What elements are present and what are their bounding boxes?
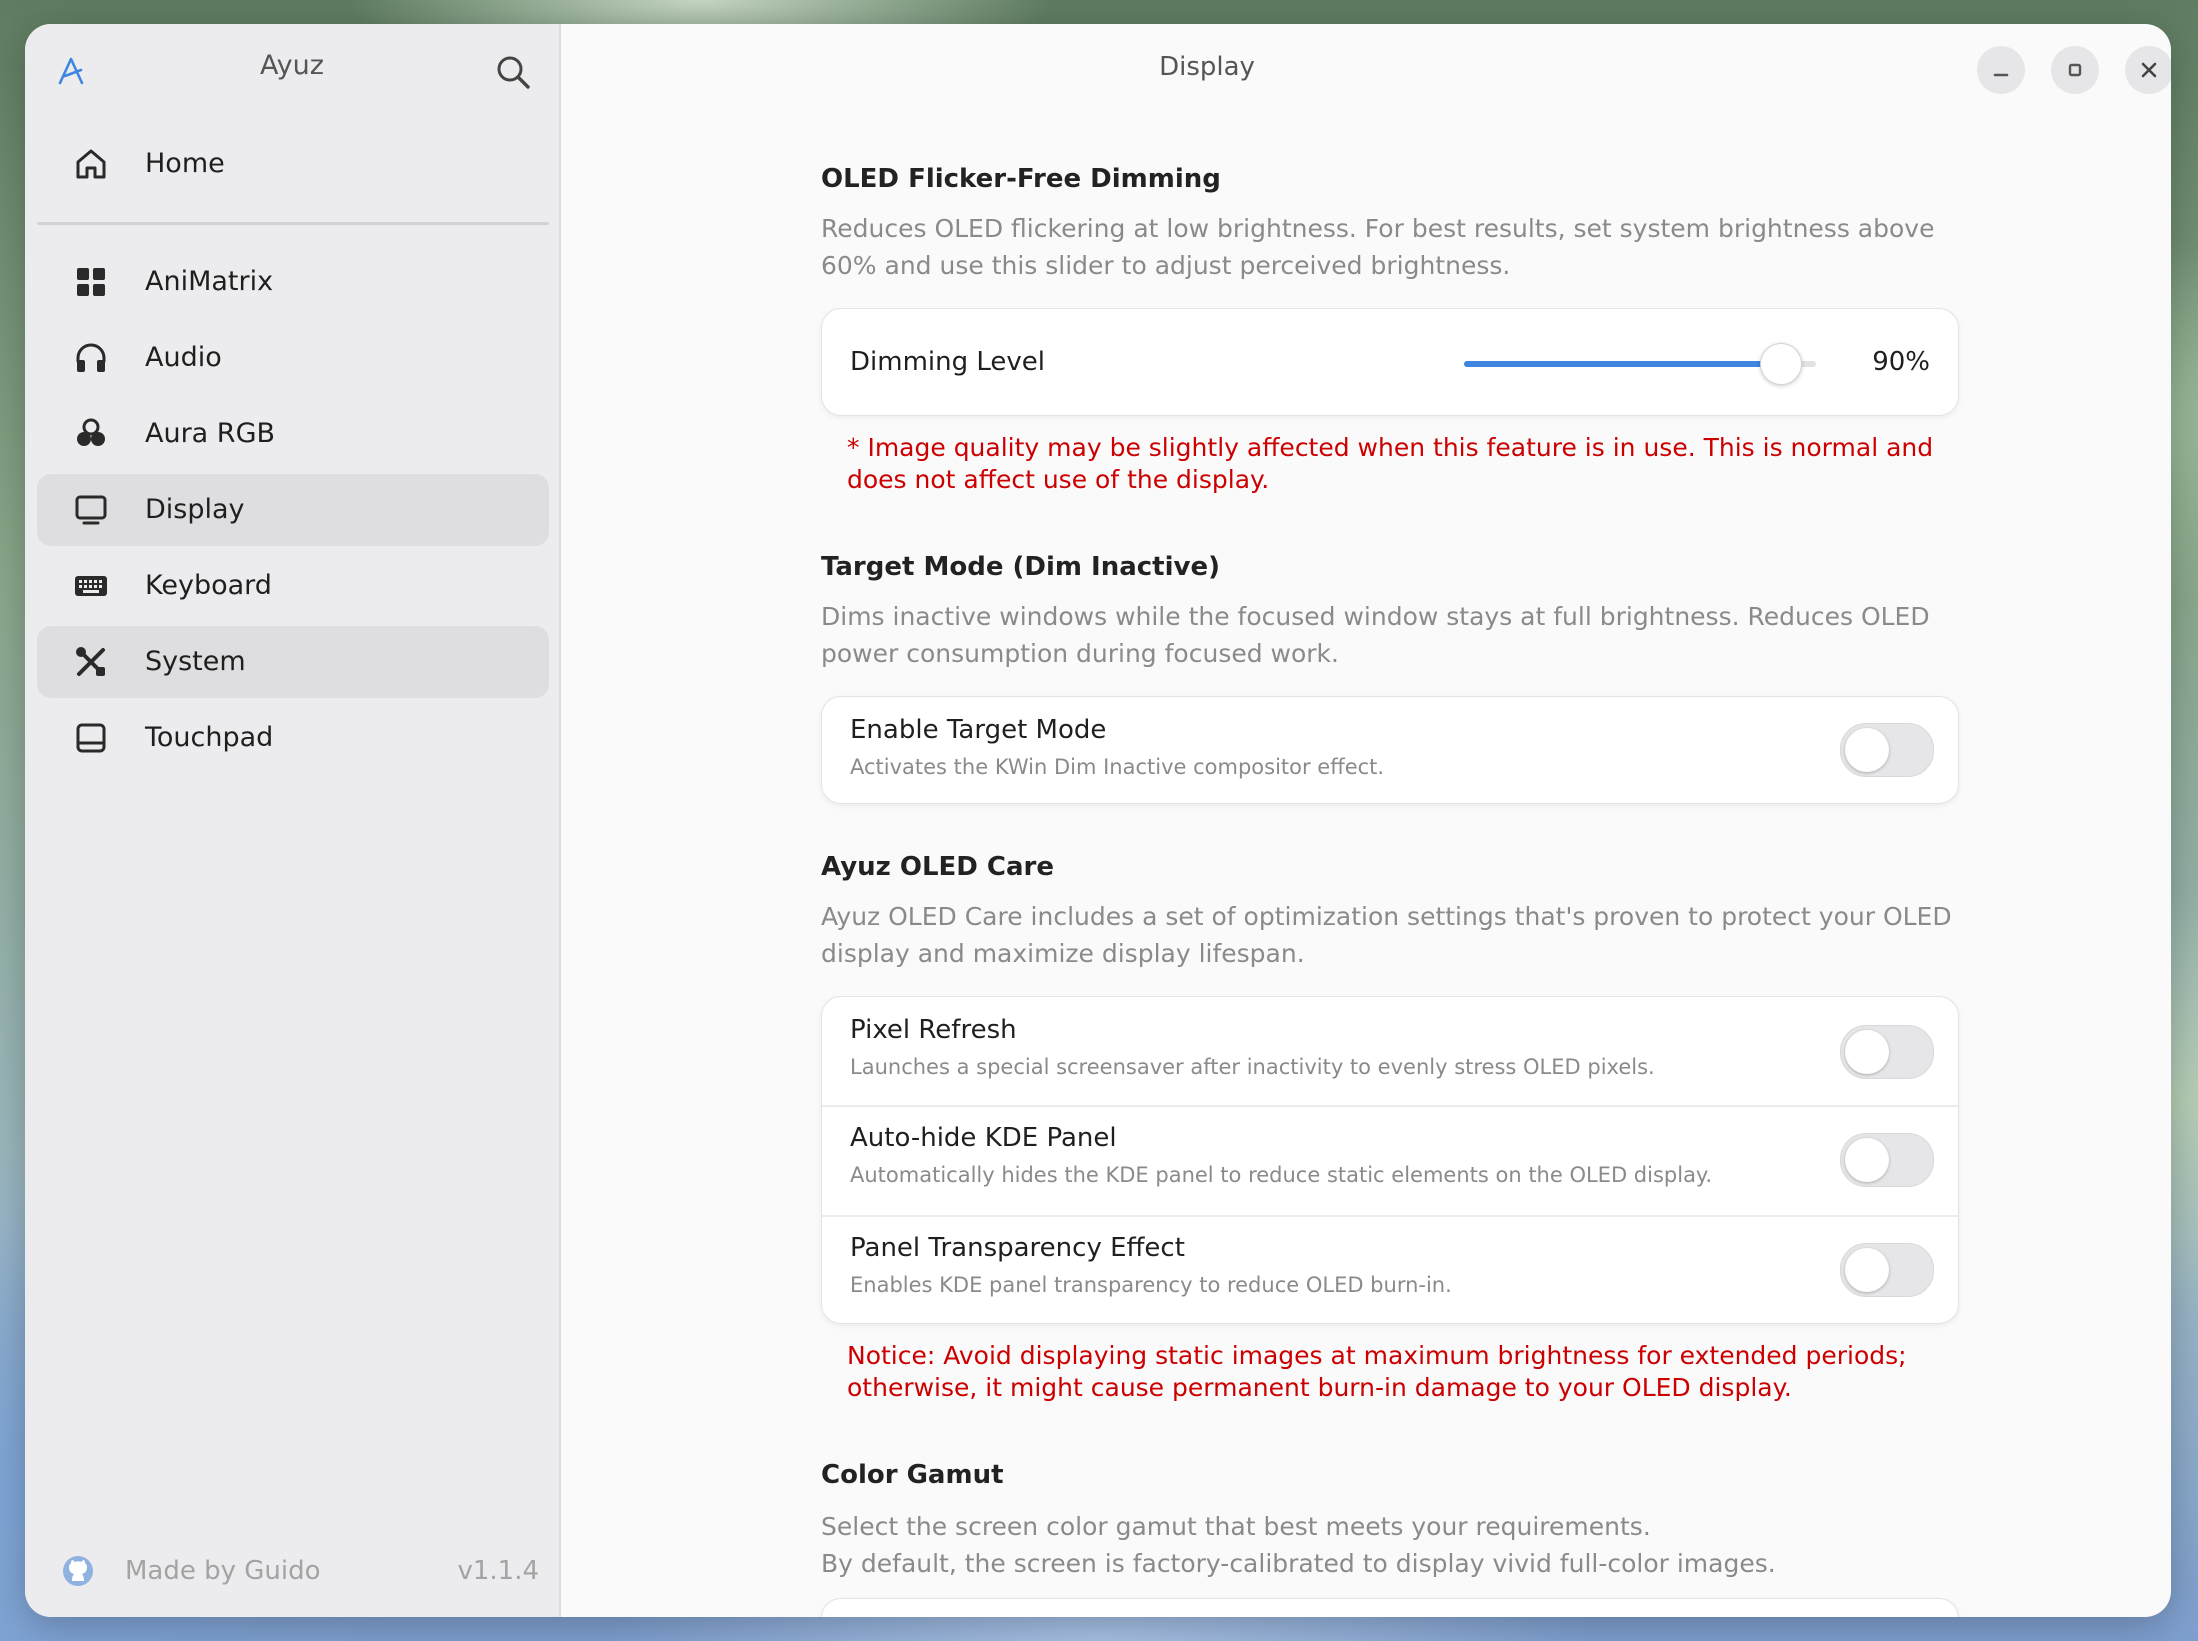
section-desc-gamut-line2: By default, the screen is factory-calibr…: [821, 1549, 1776, 1578]
made-by-text[interactable]: Made by Guido: [125, 1556, 321, 1586]
sidebar-item-label: Display: [145, 494, 245, 525]
section-desc-dimming: Reduces OLED flickering at low brightnes…: [821, 214, 1935, 280]
panel-transparency-toggle[interactable]: [1840, 1243, 1934, 1297]
home-icon: [76, 149, 106, 179]
rgb-circles-icon: [77, 418, 105, 446]
sidebar-item-system[interactable]: System: [37, 626, 549, 698]
toggle-knob: [1845, 1030, 1889, 1074]
sidebar-nav: AniMatrix Audio Aura RGB Display Keyboar…: [37, 246, 549, 778]
headphones-icon: [76, 343, 106, 372]
touchpad-icon: [76, 723, 106, 753]
pixel-refresh-row: Pixel Refresh Launches a special screens…: [822, 997, 1958, 1105]
keyboard-icon: [75, 576, 107, 596]
section-title-gamut: Color Gamut: [821, 1460, 1004, 1490]
sidebar-footer: Made by Guido v1.1.4: [25, 1544, 559, 1594]
section-desc-target: Dims inactive windows while the focused …: [821, 602, 1930, 668]
grid-icon: [77, 268, 105, 296]
section-desc-care: Ayuz OLED Care includes a set of optimiz…: [821, 902, 1952, 968]
sidebar-item-label: Home: [145, 148, 225, 179]
app-window: Ayuz Home AniMatrix Audio Aura RGB Displ…: [25, 24, 2171, 1617]
oled-care-notice: Notice: Avoid displaying static images a…: [847, 1341, 1907, 1402]
oled-care-card: Pixel Refresh Launches a special screens…: [821, 996, 1959, 1324]
pixel-refresh-title: Pixel Refresh: [850, 1015, 1017, 1045]
panel-transparency-title: Panel Transparency Effect: [850, 1233, 1185, 1263]
section-title-target: Target Mode (Dim Inactive): [821, 552, 1220, 582]
search-icon[interactable]: [493, 52, 533, 92]
dimming-slider-fill: [1464, 361, 1781, 367]
sidebar-item-label: AniMatrix: [145, 266, 274, 297]
toggle-knob: [1845, 728, 1889, 772]
dimming-warning: * Image quality may be slightly affected…: [847, 433, 1934, 494]
app-title: Ayuz: [260, 50, 324, 81]
sidebar-item-aura-rgb[interactable]: Aura RGB: [37, 398, 549, 470]
dimming-slider[interactable]: [1464, 343, 1816, 385]
maximize-icon: [2068, 63, 2082, 77]
sidebar: Ayuz Home AniMatrix Audio Aura RGB Displ…: [25, 24, 561, 1617]
auto-hide-panel-toggle[interactable]: [1840, 1133, 1934, 1187]
page-title: Display: [1159, 52, 1255, 82]
color-gamut-card: [821, 1598, 1959, 1617]
sidebar-item-label: Keyboard: [145, 570, 272, 601]
sidebar-item-audio[interactable]: Audio: [37, 322, 549, 394]
auto-hide-panel-subtitle: Automatically hides the KDE panel to red…: [850, 1163, 1713, 1187]
tools-icon: [76, 647, 105, 676]
section-desc-gamut-line1: Select the screen color gamut that best …: [821, 1512, 1651, 1541]
panel-transparency-subtitle: Enables KDE panel transparency to reduce…: [850, 1273, 1452, 1297]
sidebar-item-animatrix[interactable]: AniMatrix: [37, 246, 549, 318]
sidebar-item-keyboard[interactable]: Keyboard: [37, 550, 549, 622]
minimize-button[interactable]: [1977, 46, 2025, 94]
dimming-card: Dimming Level 90%: [821, 308, 1959, 416]
monitor-icon: [75, 495, 107, 525]
section-title-dimming: OLED Flicker-Free Dimming: [821, 164, 1221, 194]
target-mode-subtitle: Activates the KWin Dim Inactive composit…: [850, 755, 1385, 779]
sidebar-item-display[interactable]: Display: [37, 474, 549, 546]
sidebar-header: Ayuz: [25, 24, 559, 116]
toggle-knob: [1845, 1138, 1889, 1182]
github-icon[interactable]: [61, 1554, 95, 1588]
close-button[interactable]: [2125, 46, 2171, 94]
auto-hide-panel-row: Auto-hide KDE Panel Automatically hides …: [822, 1107, 1958, 1215]
dimming-slider-thumb[interactable]: [1759, 343, 1802, 385]
sidebar-item-home[interactable]: Home: [37, 128, 549, 200]
section-title-care: Ayuz OLED Care: [821, 852, 1054, 882]
sidebar-item-label: Aura RGB: [145, 418, 276, 449]
sidebar-item-label: Audio: [145, 342, 222, 373]
auto-hide-panel-title: Auto-hide KDE Panel: [850, 1123, 1117, 1153]
target-card: Enable Target Mode Activates the KWin Di…: [821, 696, 1959, 804]
dimming-value: 90%: [1872, 347, 1930, 377]
maximize-button[interactable]: [2051, 46, 2099, 94]
version-label: v1.1.4: [457, 1556, 539, 1586]
target-mode-title: Enable Target Mode: [850, 715, 1107, 745]
target-mode-toggle[interactable]: [1840, 723, 1934, 777]
dimming-level-label: Dimming Level: [850, 347, 1045, 377]
toggle-knob: [1845, 1248, 1889, 1292]
header-bar: Display: [561, 24, 2171, 116]
minimize-icon: [1993, 73, 2009, 77]
pixel-refresh-subtitle: Launches a special screensaver after ina…: [850, 1055, 1655, 1079]
pixel-refresh-toggle[interactable]: [1840, 1025, 1934, 1079]
close-icon: [2141, 62, 2157, 78]
panel-transparency-row: Panel Transparency Effect Enables KDE pa…: [822, 1217, 1958, 1323]
sidebar-item-label: Touchpad: [145, 722, 274, 753]
sidebar-divider: [37, 222, 549, 225]
sidebar-item-touchpad[interactable]: Touchpad: [37, 702, 549, 774]
sidebar-item-label: System: [145, 646, 246, 677]
